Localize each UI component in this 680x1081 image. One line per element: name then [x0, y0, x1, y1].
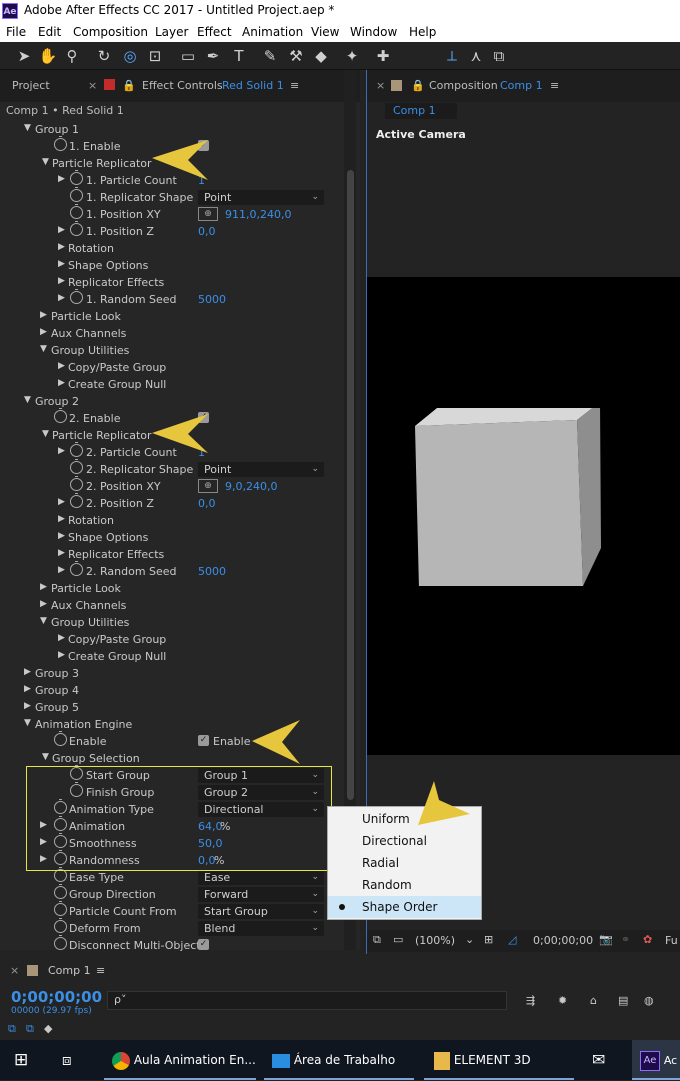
- taskbar-label: ELEMENT 3D: [453, 1053, 531, 1067]
- panel-menu-icon[interactable]: ≡: [96, 964, 105, 977]
- frame-count: 00000 (29.97 fps): [11, 1006, 92, 1016]
- annotation-arrow: [252, 720, 300, 764]
- windows-taskbar: ⊞ ⧈ Aula Animation En... Área de Trabalh…: [0, 1040, 680, 1080]
- windows-start-icon[interactable]: ⊞: [14, 1040, 28, 1080]
- in-out-icon[interactable]: ◆: [44, 1022, 52, 1035]
- draft-3d-icon[interactable]: ✹: [558, 994, 567, 1007]
- comp-color-swatch: [27, 965, 38, 976]
- transfer-controls-icon[interactable]: ⧉: [26, 1022, 34, 1036]
- search-icon: ρ˅: [114, 993, 127, 1006]
- after-effects-icon: Ae: [640, 1050, 660, 1071]
- timeline-panel: × Comp 1 ≡ 0;00;00;00 00000 (29.97 fps) …: [0, 958, 680, 1040]
- taskbar-label: Aula Animation En...: [133, 1053, 256, 1067]
- chrome-icon: [112, 1051, 130, 1070]
- hide-shy-icon[interactable]: ⌂: [590, 994, 597, 1007]
- mail-icon[interactable]: ✉: [592, 1040, 605, 1080]
- timeline-timecode[interactable]: 0;00;00;00: [11, 988, 102, 1006]
- annotation-arrow: [152, 414, 208, 453]
- taskbar-after-effects[interactable]: Ae Ac: [632, 1040, 680, 1080]
- taskbar-desktop[interactable]: Área de Trabalho: [264, 1040, 414, 1080]
- taskbar-label: Área de Trabalho: [293, 1053, 396, 1067]
- comp-flowchart-icon[interactable]: ⇶: [526, 994, 535, 1007]
- tab-timeline-comp[interactable]: Comp 1: [48, 964, 91, 977]
- desktop-icon: [272, 1053, 290, 1068]
- annotation-arrow: [152, 140, 208, 180]
- taskbar-element3d[interactable]: ELEMENT 3D: [424, 1040, 574, 1080]
- task-view-icon[interactable]: ⧈: [62, 1040, 72, 1080]
- search-input[interactable]: ρ˅: [107, 991, 507, 1010]
- close-icon[interactable]: ×: [10, 964, 19, 977]
- folder-icon: [434, 1051, 450, 1070]
- taskbar-chrome[interactable]: Aula Animation En...: [104, 1040, 256, 1080]
- motion-blur-icon[interactable]: ◍: [644, 994, 654, 1007]
- taskbar-label-truncated: Ac: [663, 1054, 678, 1067]
- layer-switches-icon[interactable]: ⧉: [8, 1022, 16, 1036]
- annotation-arrows: [152, 140, 470, 825]
- annotation-arrow: [418, 781, 470, 825]
- frame-blending-icon[interactable]: ▤: [618, 994, 628, 1007]
